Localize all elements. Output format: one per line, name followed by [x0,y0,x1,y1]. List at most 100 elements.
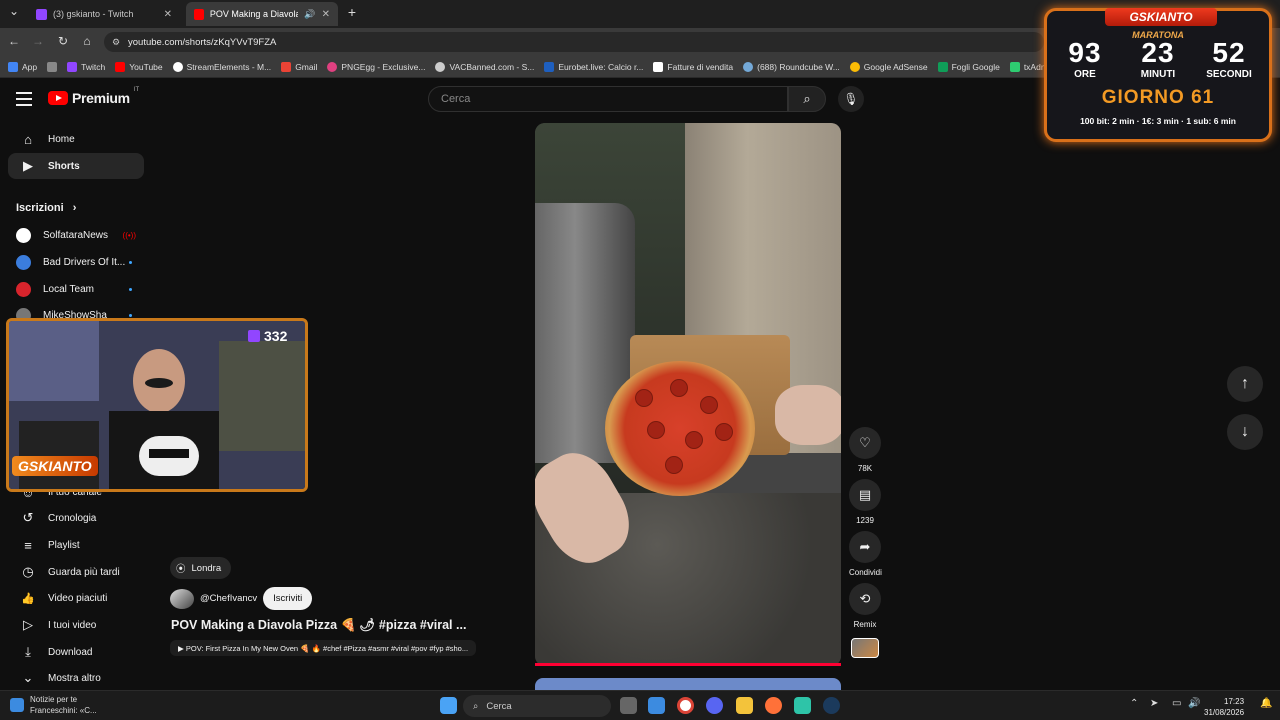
news-subtitle: Franceschini: «C... [30,706,97,715]
firefox-icon[interactable] [765,697,782,714]
bookmark-sheets[interactable]: Fogli Google [937,61,1000,72]
tab-audio-icon[interactable]: 🔊 [304,9,315,20]
sheets-icon [937,61,948,72]
next-short-preview[interactable] [535,678,841,690]
home-button-icon[interactable]: ⌂ [79,34,95,48]
short-video-player[interactable] [535,123,841,666]
twitch-icon [248,330,260,342]
sidebar-sub-bad-drivers[interactable]: Bad Drivers Of It... [8,249,144,275]
previous-short-button[interactable]: ↑ [1227,366,1263,402]
tab-close-icon[interactable]: ✕ [322,9,330,20]
short-title[interactable]: POV Making a Diavola Pizza 🍕 🌶 #pizza #v… [171,618,491,633]
sound-thumbnail[interactable] [851,638,879,658]
bookmark-grid[interactable] [47,61,58,72]
taskbar-search[interactable]: ⌕ Cerca [463,695,611,717]
remix-action[interactable]: ⟲ Remix [849,583,881,629]
reload-icon[interactable]: ↻ [55,34,71,48]
app-icon[interactable] [794,697,811,714]
steam-icon[interactable] [823,697,840,714]
store-icon[interactable] [648,697,665,714]
sidebar-item-playlist[interactable]: ≡ Playlist [8,532,144,558]
bookmark-eurobet[interactable]: Eurobet.live: Calcio r... [544,61,643,72]
sidebar-item-label: Playlist [48,539,80,551]
avatar[interactable] [170,588,194,609]
sidebar-item-your-videos[interactable]: ▷ I tuoi video [8,612,144,638]
sidebar-item-home[interactable]: ⌂ Home [8,126,144,152]
tab-close-icon[interactable]: ✕ [164,9,172,20]
sidebar-sub-local-team[interactable]: Local Team [8,276,144,302]
windows-start-icon[interactable] [440,697,457,714]
timer-title: GSKIANTO [1105,8,1217,26]
linked-video-chip[interactable]: ▶ POV: First Pizza In My New Oven 🍕 🔥 #c… [170,640,477,656]
sidebar-item-label: Guarda più tardi [48,566,120,578]
new-content-dot [129,287,132,291]
bookmark-gmail[interactable]: Gmail [281,61,317,72]
bookmark-streamelements[interactable]: StreamElements - M... [172,61,271,72]
subscribe-button[interactable]: Iscriviti [263,587,313,610]
explorer-icon[interactable] [736,697,753,714]
like-icon: 👍 [21,592,35,605]
sidebar-sub-solfataranews[interactable]: SolfataraNews ((•)) [8,222,144,248]
bookmark-fatture[interactable]: Fatture di vendita [653,61,733,72]
sidebar-item-shorts[interactable]: ▶ Shorts [8,153,144,179]
news-widget[interactable]: Notizie per te Franceschini: «C... [10,694,97,716]
bookmark-apps[interactable]: App [8,61,37,72]
voice-search-button[interactable]: 🎙 [838,86,864,112]
system-clock[interactable]: 17:23 31/08/2026 [1204,696,1244,718]
location-chip[interactable]: ⦿ Londra [170,557,232,579]
forward-icon[interactable]: → [30,34,46,48]
invoice-icon [653,61,664,72]
network-icon[interactable]: ▭ [1172,698,1181,709]
chrome-icon[interactable] [677,697,694,714]
sidebar-item-download[interactable]: ⤓ Download [8,639,144,665]
next-short-button[interactable]: ↓ [1227,414,1263,450]
discord-icon[interactable] [706,697,723,714]
new-tab-button[interactable]: + [344,4,360,20]
share-icon[interactable]: ➦ [849,531,881,563]
windows-taskbar: Notizie per te Franceschini: «C... ⌕ Cer… [0,690,1280,720]
tab-twitch[interactable]: (3) gskianto - Twitch ✕ [28,2,180,26]
remix-icon[interactable]: ⟲ [849,583,881,615]
task-view-icon[interactable] [620,697,637,714]
site-info-icon[interactable]: ⚙ [112,37,120,48]
bookmark-vacbanned[interactable]: VACBanned.com - S... [435,61,534,72]
sidebar-item-liked-videos[interactable]: 👍 Video piaciuti [8,585,144,611]
bookmark-roundcube[interactable]: (688) Roundcube W... [743,61,840,72]
back-icon[interactable]: ← [6,34,22,48]
tray-app-icon[interactable]: ➤ [1150,698,1158,709]
share-action[interactable]: ➦ Condividi [849,531,882,577]
sidebar-item-label: Mostra altro [48,672,101,684]
taskbar-search-label: Cerca [486,700,512,712]
comment-icon[interactable]: ▤ [849,479,881,511]
bookmark-adsense[interactable]: Google AdSense [849,61,928,72]
volume-icon[interactable]: 🔊 [1188,698,1200,709]
streamelements-icon [172,61,183,72]
sidebar-item-show-more[interactable]: ⌄ Mostra altro [8,665,144,691]
gmail-icon [281,61,292,72]
video-progress-bar[interactable] [535,663,841,666]
location-label: Londra [191,562,222,574]
youtube-premium-logo[interactable]: Premium IT [48,87,139,106]
timer-rules: 100 bit: 2 min · 1€: 3 min · 1 sub: 6 mi… [1080,116,1236,126]
tray-chevron-icon[interactable]: ⌃ [1130,698,1138,709]
bookmark-pngegg[interactable]: PNGEgg - Exclusive... [327,61,425,72]
sidebar-item-label: Download [48,646,93,658]
bookmark-twitch[interactable]: Twitch [67,61,105,72]
menu-icon[interactable] [16,92,32,106]
search-input[interactable]: Cerca [428,86,788,112]
comment-action[interactable]: ▤ 1239 [849,479,881,525]
subscriptions-header[interactable]: Iscrizioni › [16,202,76,214]
search-button[interactable]: ⌕ [788,86,826,112]
tab-youtube[interactable]: POV Making a Diavola Pizza 🔊 ✕ [186,2,338,26]
heart-icon[interactable]: ♡ [849,427,881,459]
like-action[interactable]: ♡ 78K [849,427,881,473]
new-content-dot [129,260,132,264]
channel-name[interactable]: @ChefIvancv [200,593,257,604]
bookmark-youtube[interactable]: YouTube [115,61,163,72]
sidebar-item-watch-later[interactable]: ◷ Guarda più tardi [8,559,144,585]
address-bar[interactable]: ⚙ youtube.com/shorts/zKqYVvT9FZA [104,32,1044,52]
tab-search-icon[interactable]: ⌄ [6,4,22,18]
sidebar-item-history[interactable]: ↺ Cronologia [8,505,144,531]
notification-bell-icon[interactable]: 🔔 [1260,698,1272,709]
bookmark-label: Google AdSense [863,61,928,72]
